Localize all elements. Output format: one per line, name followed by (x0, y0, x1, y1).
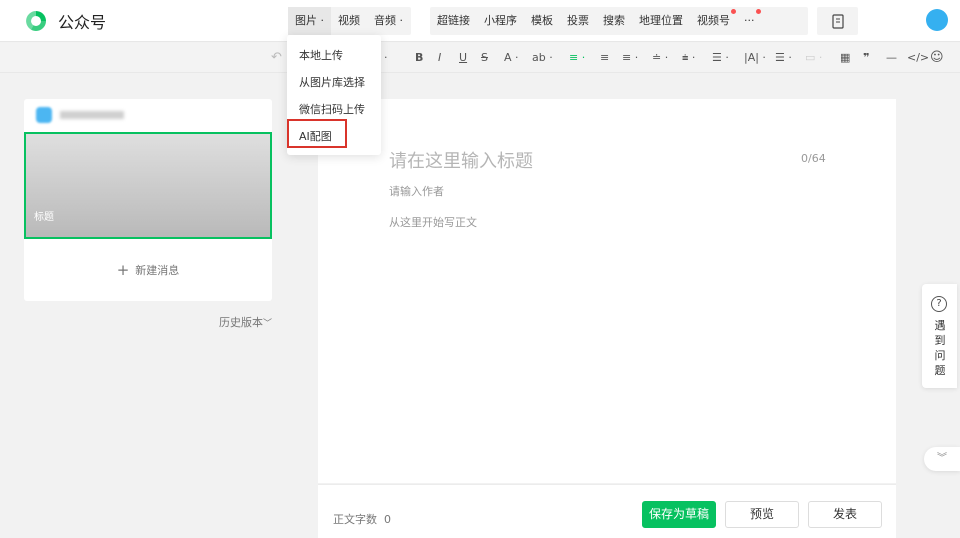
preview-button[interactable]: 预览 (725, 501, 799, 528)
line-height-icon[interactable]: ≐ · (652, 50, 668, 66)
align-center-icon[interactable]: ≡ (600, 50, 609, 66)
emoji-icon[interactable]: ☺ (930, 50, 944, 66)
image-dropdown-menu: 本地上传 从图片库选择 微信扫码上传 AI配图 (287, 35, 381, 155)
menu-item-scan-upload[interactable]: 微信扫码上传 (299, 101, 365, 117)
history-version-link[interactable]: 历史版本﹀ (219, 314, 272, 330)
article-cover-card[interactable]: 标题 (24, 132, 272, 239)
divider-icon[interactable]: — (886, 50, 897, 66)
editor-footer: 正文字数 0 保存为草稿 预览 发表 (318, 484, 896, 538)
top-bar: 公众号 图片 · 视频 音频 · 超链接 小程序 模板 投票 搜索 地理位置 视… (0, 0, 960, 42)
insert-menu-other: 超链接 小程序 模板 投票 搜索 地理位置 视频号 ··· (430, 7, 808, 35)
chevron-down-icon: ﹀ (263, 319, 273, 329)
format-toolbar: ↶ px · B I U S A · ab · ≡ · ≡ ≡ · ≐ · ⩧ … (0, 43, 960, 73)
editor-area: 请在这里输入标题 0/64 请输入作者 从这里开始写正文 (318, 99, 896, 483)
account-avatar (36, 107, 52, 123)
help-label: 遇 到 问 题 (934, 319, 946, 377)
save-draft-button[interactable]: 保存为草稿 (642, 501, 716, 528)
logo[interactable]: 公众号 (24, 9, 106, 33)
insert-menu-media: 图片 · 视频 音频 · (288, 7, 411, 35)
menu-video[interactable]: 视频 (331, 7, 367, 35)
title-char-count: 0/64 (801, 152, 826, 165)
letter-spacing-icon[interactable]: |A| · (744, 50, 766, 66)
title-input[interactable]: 请在这里输入标题 (389, 147, 533, 173)
menu-channels[interactable]: 视频号 (690, 7, 737, 35)
question-icon: ? (931, 296, 947, 312)
collapse-button[interactable]: ︾ (924, 447, 960, 471)
background-color-icon[interactable]: ab · (532, 50, 553, 66)
menu-more[interactable]: ··· (737, 7, 762, 35)
highlight-box (287, 119, 347, 148)
quote-icon[interactable]: ❞ (863, 50, 869, 66)
new-message-button[interactable]: + 新建消息 (24, 261, 272, 279)
mobile-preview-button[interactable] (817, 7, 858, 35)
undo-icon[interactable]: ↶ (271, 50, 282, 66)
font-color-icon[interactable]: A · (504, 50, 519, 66)
menu-template[interactable]: 模板 (524, 7, 560, 35)
notification-dot (731, 9, 736, 14)
strikethrough-icon[interactable]: S (481, 50, 488, 66)
list-icon[interactable]: ☰ · (775, 50, 792, 66)
article-list: 标题 + 新建消息 (24, 99, 272, 301)
menu-audio[interactable]: 音频 · (367, 7, 410, 35)
menu-search[interactable]: 搜索 (596, 7, 632, 35)
paragraph-spacing-icon[interactable]: ⩧ · (682, 50, 695, 66)
wechat-mp-logo-icon (26, 11, 46, 31)
code-icon[interactable]: </> (907, 50, 929, 66)
cover-title: 标题 (34, 212, 54, 223)
menu-mini-program[interactable]: 小程序 (477, 7, 524, 35)
help-panel[interactable]: ? 遇 到 问 题 (922, 284, 957, 388)
account-name-blurred (60, 111, 124, 119)
underline-icon[interactable]: U (459, 50, 467, 66)
notification-dot (755, 9, 761, 14)
table-icon[interactable]: ▦ (840, 50, 850, 66)
word-count: 正文字数 0 (333, 513, 391, 526)
publish-button[interactable]: 发表 (808, 501, 882, 528)
plus-icon: + (116, 261, 130, 279)
phone-icon (831, 13, 844, 29)
bold-icon[interactable]: B (415, 50, 423, 66)
body-editor[interactable]: 从这里开始写正文 (389, 214, 477, 230)
menu-image[interactable]: 图片 · (288, 7, 331, 35)
align-left-icon[interactable]: ≡ · (569, 50, 585, 66)
align-justify-icon[interactable]: ≡ · (622, 50, 638, 66)
double-chevron-down-icon: ︾ (937, 453, 947, 464)
italic-icon[interactable]: I (438, 50, 441, 66)
avatar[interactable] (926, 9, 948, 31)
disabled-format-icon: ▭ · (805, 51, 823, 64)
menu-item-image-library[interactable]: 从图片库选择 (299, 74, 365, 90)
menu-location[interactable]: 地理位置 (632, 7, 690, 35)
menu-item-local-upload[interactable]: 本地上传 (299, 47, 343, 63)
menu-hyperlink[interactable]: 超链接 (430, 7, 477, 35)
menu-vote[interactable]: 投票 (560, 7, 596, 35)
account-info (36, 107, 124, 123)
author-input[interactable]: 请输入作者 (389, 183, 444, 199)
indent-icon[interactable]: ☰ · (712, 50, 729, 66)
brand-name: 公众号 (58, 13, 107, 32)
